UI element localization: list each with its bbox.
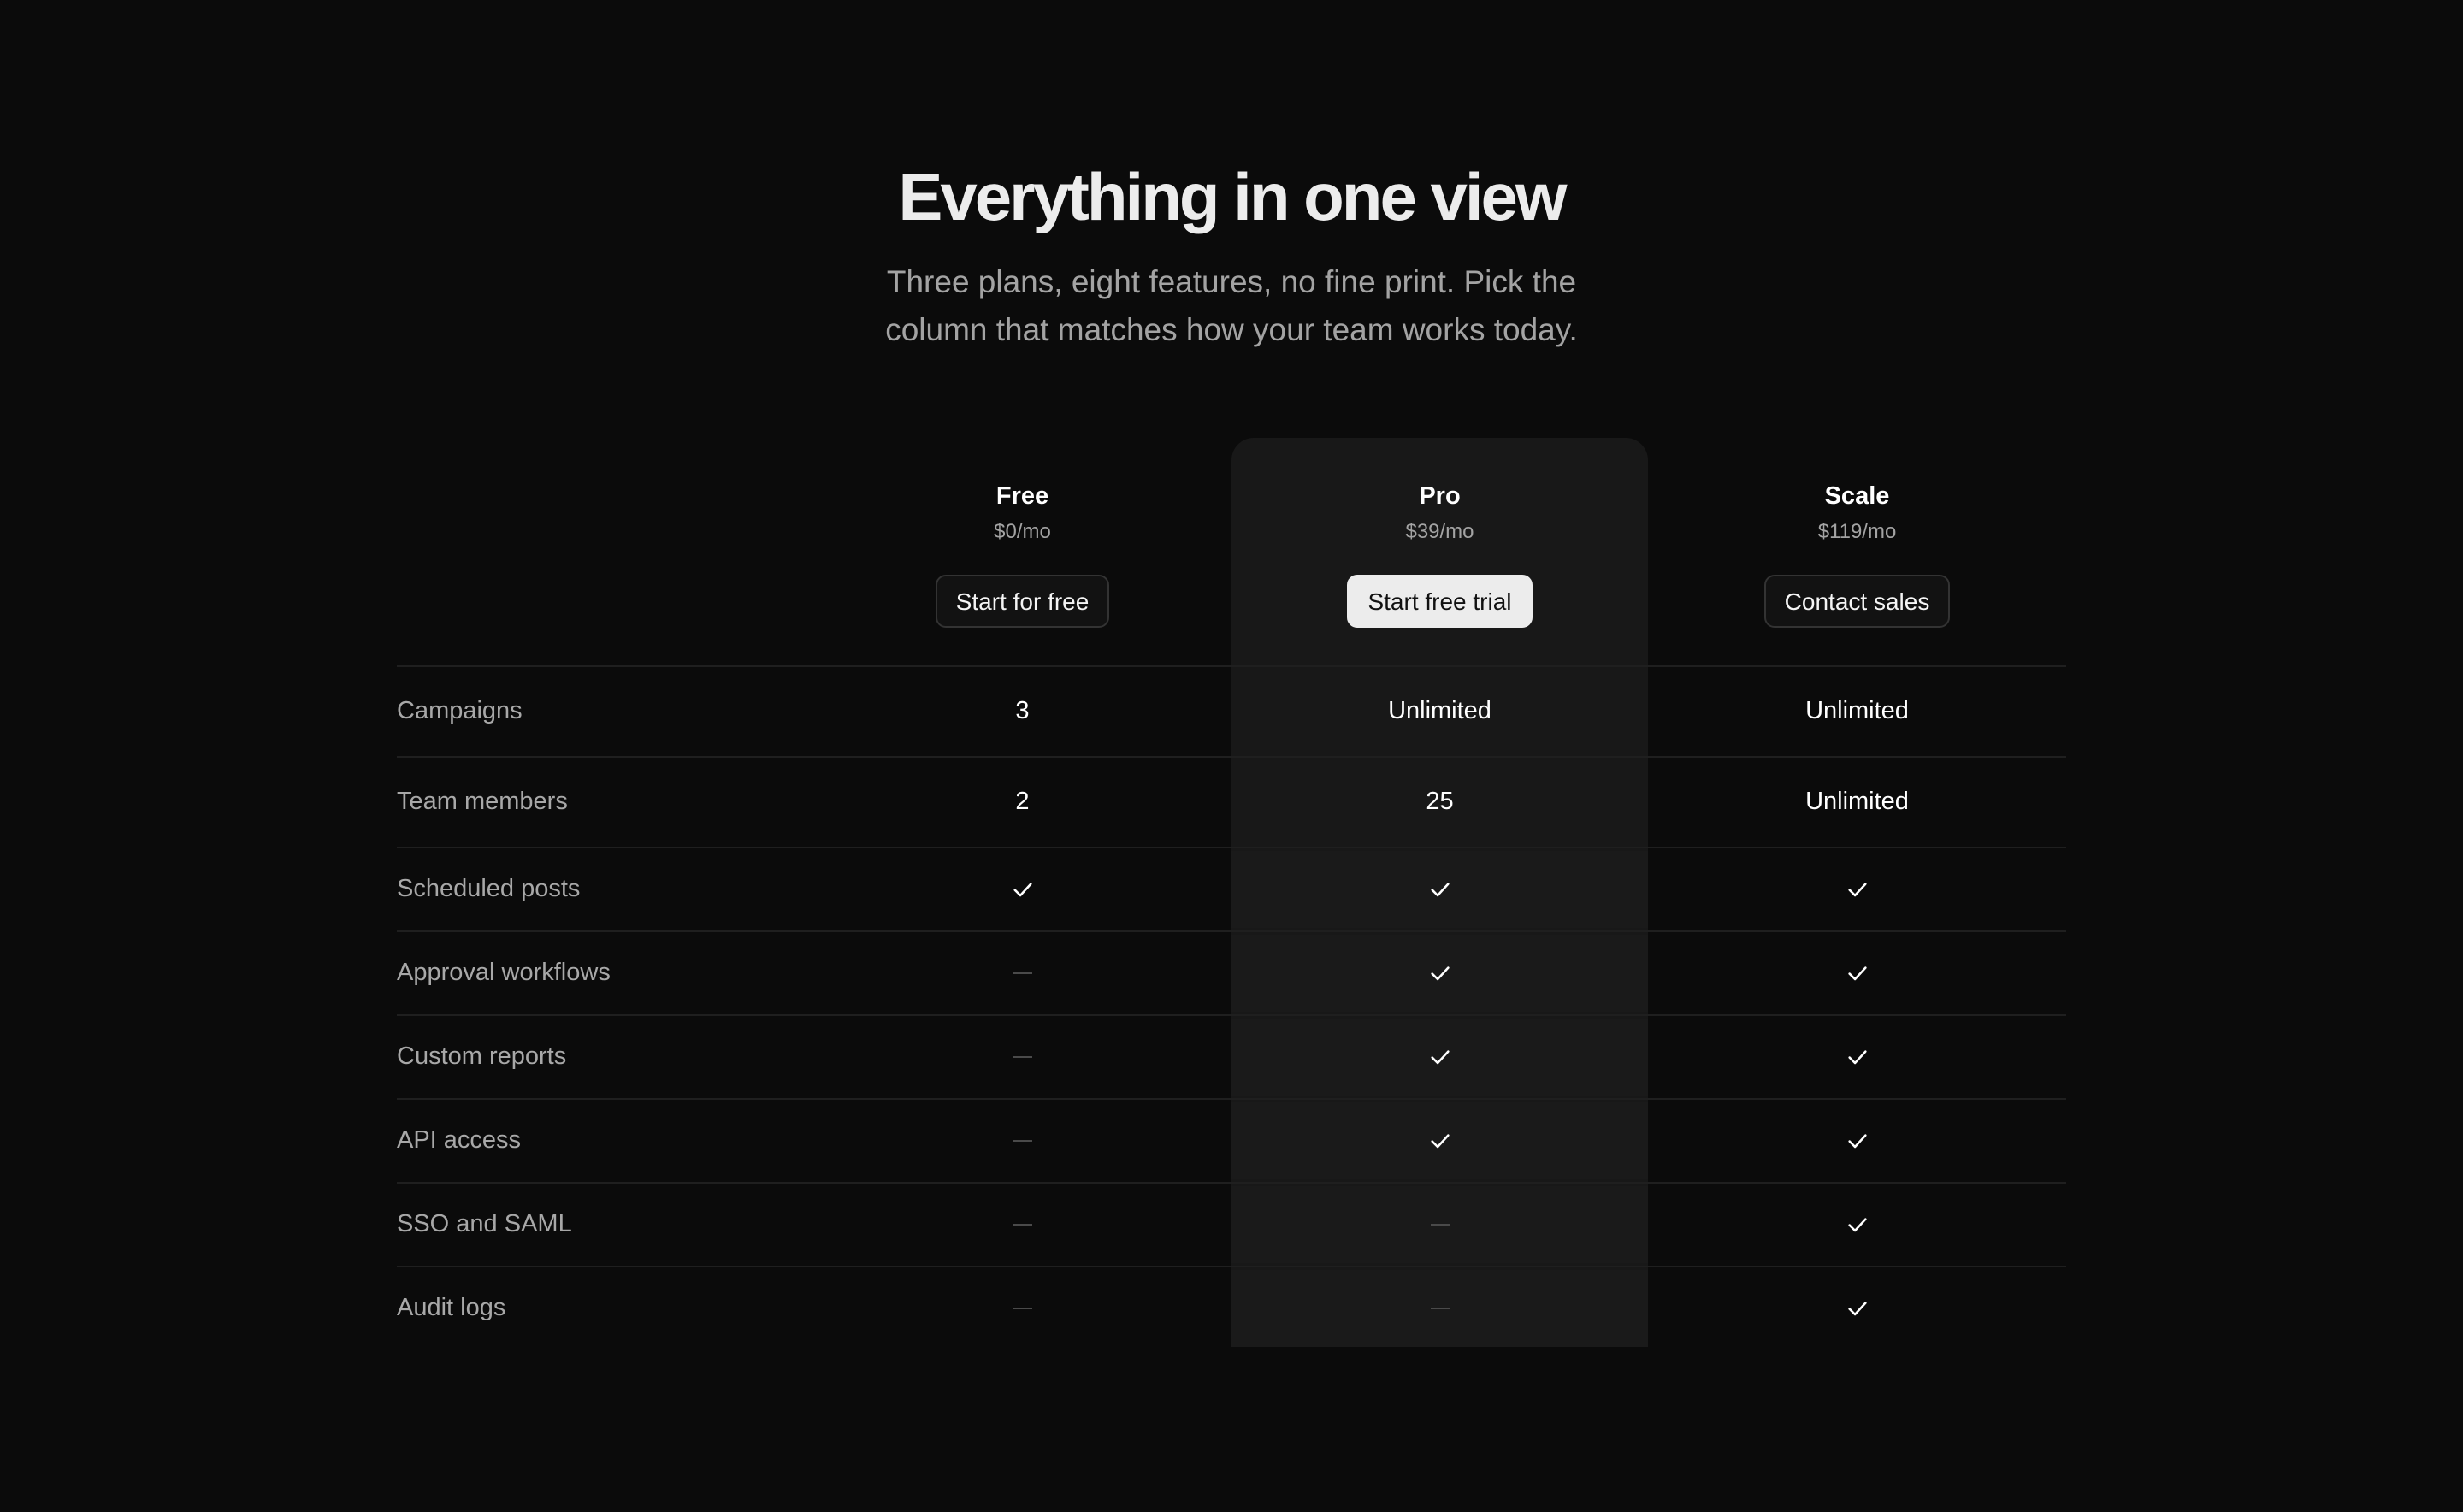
row-divider (397, 665, 2066, 667)
start-for-free-button[interactable]: Start for free (935, 575, 1110, 628)
dash-icon (814, 1123, 1231, 1157)
start-free-trial-button[interactable]: Start free trial (1347, 575, 1533, 628)
page-subtitle: Three plans, eight features, no fine pri… (885, 264, 1578, 347)
feature-label: Team members (397, 788, 568, 815)
pricing-comparison-page: Everything in one view Three plans, eigh… (0, 0, 2463, 1512)
check-icon (1649, 1207, 2065, 1241)
check-icon (1649, 955, 2065, 989)
check-icon (1232, 871, 1648, 906)
feature-value: Unlimited (1805, 697, 1909, 724)
dash-icon (1232, 1291, 1648, 1325)
plan-header-pro: Pro $39/mo Start free trial (1232, 479, 1648, 628)
row-divider (397, 1266, 2066, 1267)
row-divider (397, 756, 2066, 758)
feature-value: Unlimited (1805, 788, 1909, 815)
plan-name: Scale (1824, 482, 1890, 510)
contact-sales-button[interactable]: Contact sales (1763, 575, 1951, 628)
feature-label: Approval workflows (397, 959, 611, 986)
row-divider (397, 930, 2066, 932)
feature-value: 3 (1015, 697, 1030, 724)
page-title: Everything in one view (898, 159, 1567, 234)
check-icon (814, 871, 1231, 906)
check-icon (1649, 871, 2065, 906)
row-divider (397, 1098, 2066, 1100)
dash-icon (814, 955, 1231, 989)
check-icon (1232, 1123, 1648, 1157)
feature-label: Scheduled posts (397, 875, 581, 902)
row-divider (397, 847, 2066, 848)
feature-value: 2 (1015, 788, 1030, 815)
check-icon (1232, 955, 1648, 989)
dash-icon (814, 1291, 1231, 1325)
feature-label: Audit logs (397, 1294, 506, 1321)
plan-price: $0/mo (994, 520, 1051, 543)
feature-label: API access (397, 1126, 522, 1154)
plan-name: Free (995, 482, 1049, 510)
plan-name: Pro (1419, 482, 1461, 510)
check-icon (1232, 1039, 1648, 1073)
feature-value: Unlimited (1388, 697, 1491, 724)
feature-value: 25 (1426, 788, 1454, 815)
feature-label: Custom reports (397, 1042, 567, 1070)
plan-header-scale: Scale $119/mo Contact sales (1649, 479, 2065, 628)
plan-header-free: Free $0/mo Start for free (814, 479, 1231, 628)
check-icon (1649, 1039, 2065, 1073)
check-icon (1649, 1291, 2065, 1325)
row-divider (397, 1182, 2066, 1184)
check-icon (1649, 1123, 2065, 1157)
plan-price: $39/mo (1405, 520, 1474, 543)
feature-label: SSO and SAML (397, 1210, 572, 1237)
feature-label: Campaigns (397, 697, 523, 724)
row-divider (397, 1014, 2066, 1016)
dash-icon (1232, 1207, 1648, 1241)
dash-icon (814, 1039, 1231, 1073)
plan-price: $119/mo (1817, 520, 1897, 543)
dash-icon (814, 1207, 1231, 1241)
